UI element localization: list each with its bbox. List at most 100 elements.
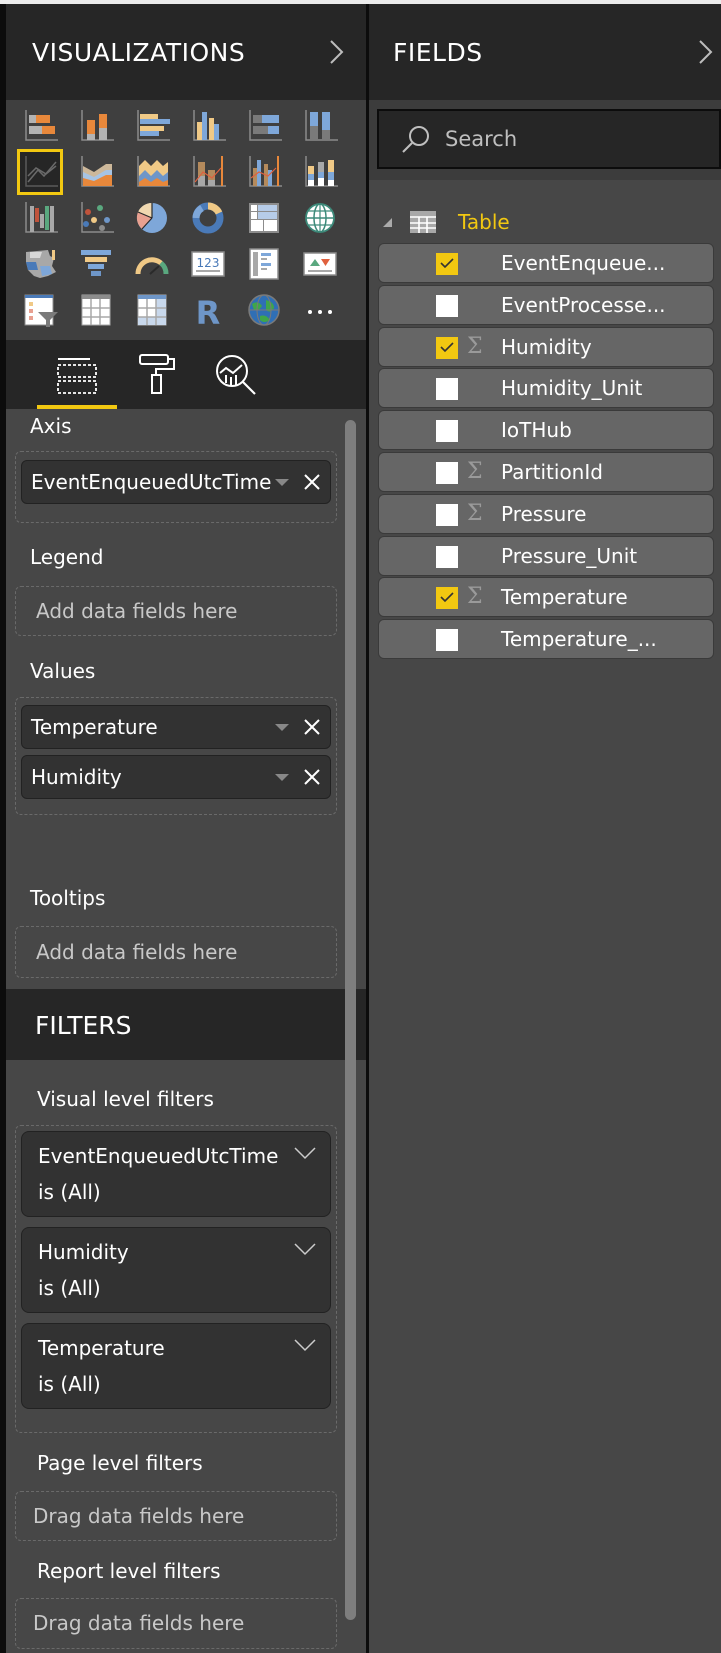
sigma-aggregate-icon: Σ — [467, 584, 483, 610]
checkmark-icon — [440, 592, 454, 603]
stacked-area-chart-icon[interactable] — [132, 152, 172, 192]
legend-well[interactable]: Add data fields here — [15, 586, 337, 636]
slicer-icon[interactable] — [20, 290, 60, 330]
field-checkbox-checked[interactable] — [436, 336, 458, 359]
field-checkbox[interactable] — [436, 462, 458, 484]
line-and-stacked-column-chart-icon[interactable] — [188, 152, 228, 192]
fields-tab[interactable] — [37, 340, 117, 409]
clustered-bar-chart-icon[interactable] — [132, 106, 172, 146]
gauge-icon[interactable] — [132, 244, 172, 284]
field-options-caret-icon[interactable] — [275, 773, 289, 781]
svg-text:R: R — [196, 294, 221, 330]
filter-condition: is (All) — [38, 1276, 101, 1300]
stacked-bar-chart-icon[interactable] — [20, 106, 60, 146]
arcgis-map-icon[interactable] — [244, 290, 284, 330]
line-and-clustered-column-chart-icon[interactable] — [244, 152, 284, 192]
map-icon[interactable] — [300, 198, 340, 238]
legend-label: Legend — [30, 545, 104, 569]
remove-field-close-icon[interactable] — [303, 473, 321, 491]
remove-field-close-icon[interactable] — [303, 768, 321, 786]
fields-header: FIELDS — [369, 4, 721, 100]
format-tab[interactable] — [118, 340, 198, 409]
100-percent-stacked-column-chart-icon[interactable] — [300, 106, 340, 146]
waterfall-chart-icon[interactable] — [20, 198, 60, 238]
field-list-item[interactable]: EventEnqueue... — [378, 243, 714, 283]
filter-card[interactable]: Humidity is (All) — [21, 1227, 331, 1313]
report-level-filters-well[interactable]: Drag data fields here — [15, 1598, 337, 1649]
fields-search-box[interactable] — [377, 109, 721, 169]
expand-filter-chevron-down-icon[interactable] — [294, 1242, 316, 1256]
collapse-triangle-icon[interactable] — [383, 217, 392, 227]
field-list-item[interactable]: IoTHub — [378, 410, 714, 451]
checkmark-icon — [440, 258, 454, 269]
field-options-caret-icon[interactable] — [275, 723, 289, 731]
stacked-column-chart-icon[interactable] — [76, 106, 116, 146]
expand-filter-chevron-down-icon[interactable] — [294, 1338, 316, 1352]
values-label: Values — [30, 659, 96, 683]
clustered-column-chart-icon[interactable] — [188, 106, 228, 146]
field-list-item[interactable]: Σ Pressure — [378, 493, 714, 534]
axis-label: Axis — [30, 414, 72, 438]
values-field-pill-humidity[interactable]: Humidity — [21, 755, 331, 799]
report-level-filters-label: Report level filters — [37, 1559, 221, 1583]
svg-text:123: 123 — [197, 256, 220, 270]
field-checkbox[interactable] — [436, 503, 458, 526]
filters-header: FILTERS — [6, 989, 368, 1060]
line-chart-icon[interactable] — [17, 149, 63, 195]
100-percent-stacked-bar-chart-icon[interactable] — [244, 106, 284, 146]
pie-chart-icon[interactable] — [132, 198, 172, 238]
expand-filter-chevron-down-icon[interactable] — [294, 1146, 316, 1160]
field-list-item[interactable]: Σ PartitionId — [378, 452, 714, 492]
field-checkbox-checked[interactable] — [436, 253, 458, 275]
field-list-item[interactable]: EventProcesse... — [378, 284, 714, 325]
field-list-item[interactable]: Pressure_Unit — [378, 535, 714, 576]
field-checkbox[interactable] — [436, 294, 458, 317]
field-checkbox[interactable] — [436, 629, 458, 652]
fields-search-input[interactable] — [445, 127, 695, 151]
tooltips-label: Tooltips — [30, 886, 106, 910]
field-list-item[interactable]: Temperature_... — [378, 619, 714, 660]
visualizations-scrollbar[interactable] — [345, 420, 356, 1620]
filled-map-icon[interactable] — [20, 244, 60, 284]
field-checkbox[interactable] — [436, 545, 458, 568]
page-level-filters-well[interactable]: Drag data fields here — [15, 1491, 337, 1541]
analytics-tab[interactable] — [196, 340, 276, 409]
axis-field-pill[interactable]: EventEnqueuedUtcTime — [21, 460, 331, 504]
donut-chart-icon[interactable] — [188, 198, 228, 238]
filter-field-name: Temperature — [38, 1336, 165, 1360]
table-visual-icon[interactable] — [76, 290, 116, 330]
field-name: Pressure_Unit — [501, 543, 638, 568]
field-checkbox[interactable] — [436, 420, 458, 443]
field-list-item[interactable]: Σ Temperature — [378, 577, 714, 618]
field-checkbox-checked[interactable] — [436, 587, 458, 610]
scatter-chart-icon[interactable] — [76, 198, 116, 238]
filter-card[interactable]: EventEnqueuedUtcTime is (All) — [21, 1131, 331, 1217]
matrix-icon[interactable] — [132, 290, 172, 330]
collapse-fields-chevron-icon[interactable] — [695, 38, 715, 66]
card-icon[interactable]: 123 — [188, 244, 228, 284]
field-list-item[interactable]: Humidity_Unit — [378, 368, 714, 409]
visualizations-title: VISUALIZATIONS — [32, 37, 246, 67]
ribbon-chart-icon[interactable] — [300, 152, 340, 192]
treemap-icon[interactable] — [244, 198, 284, 238]
funnel-icon[interactable] — [76, 244, 116, 284]
field-list-item[interactable]: Σ Humidity — [378, 326, 714, 367]
multi-row-card-icon[interactable] — [244, 244, 284, 284]
r-script-visual-icon[interactable]: R — [188, 290, 228, 330]
kpi-icon[interactable] — [300, 244, 340, 284]
field-name: EventEnqueue... — [501, 251, 666, 275]
page-level-filters-label: Page level filters — [37, 1451, 203, 1475]
more-visuals-icon[interactable] — [300, 290, 340, 330]
field-name: Temperature — [501, 585, 628, 610]
table-tree-node[interactable]: Table — [383, 204, 510, 240]
field-checkbox[interactable] — [436, 378, 458, 401]
remove-field-close-icon[interactable] — [303, 718, 321, 736]
field-options-caret-icon[interactable] — [275, 478, 289, 486]
tooltips-well[interactable]: Add data fields here — [15, 926, 337, 978]
filter-card[interactable]: Temperature is (All) — [21, 1323, 331, 1409]
collapse-visualizations-chevron-icon[interactable] — [326, 38, 346, 66]
area-chart-icon[interactable] — [76, 152, 116, 192]
fields-pane: FIELDS Table EventEnqueue... EventProcess… — [369, 4, 721, 1653]
fields-title: FIELDS — [393, 37, 483, 67]
values-field-pill-temperature[interactable]: Temperature — [21, 705, 331, 749]
